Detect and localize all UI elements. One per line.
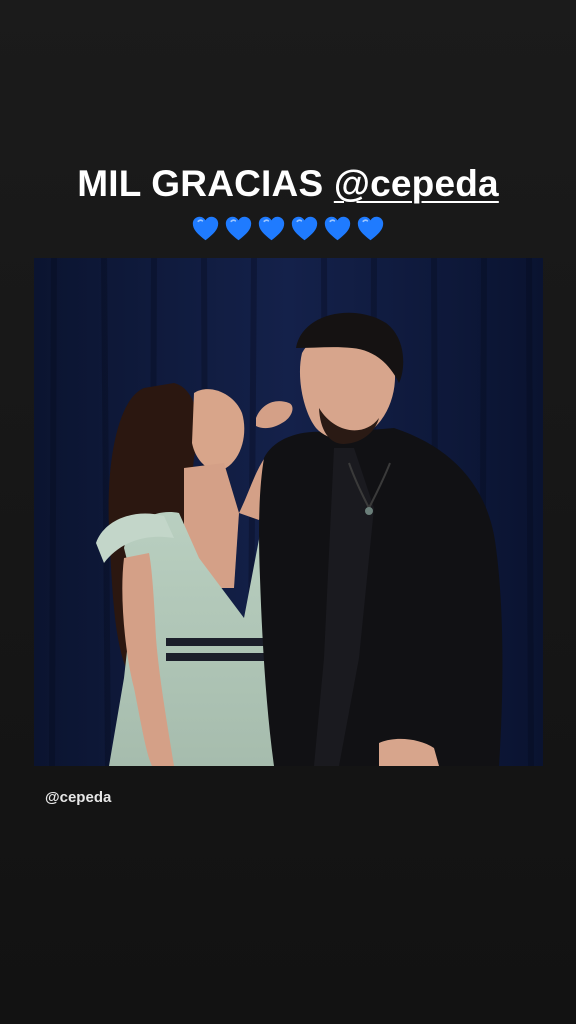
story-caption: MIL GRACIAS @cepeda bbox=[0, 162, 576, 206]
hearts-row bbox=[0, 214, 576, 243]
blue-heart-icon bbox=[192, 216, 219, 241]
story-screen: MIL GRACIAS @cepeda @cepeda bbox=[0, 0, 576, 1024]
blue-heart-icon bbox=[225, 216, 252, 241]
blue-heart-icon bbox=[258, 216, 285, 241]
photo-credit-tag[interactable]: @cepeda bbox=[45, 789, 111, 807]
blue-heart-icon bbox=[357, 216, 384, 241]
caption-mention-link[interactable]: @cepeda bbox=[334, 163, 499, 204]
story-photo bbox=[34, 258, 543, 766]
blue-heart-icon bbox=[291, 216, 318, 241]
caption-text: MIL GRACIAS bbox=[77, 163, 334, 204]
blue-heart-icon bbox=[324, 216, 351, 241]
